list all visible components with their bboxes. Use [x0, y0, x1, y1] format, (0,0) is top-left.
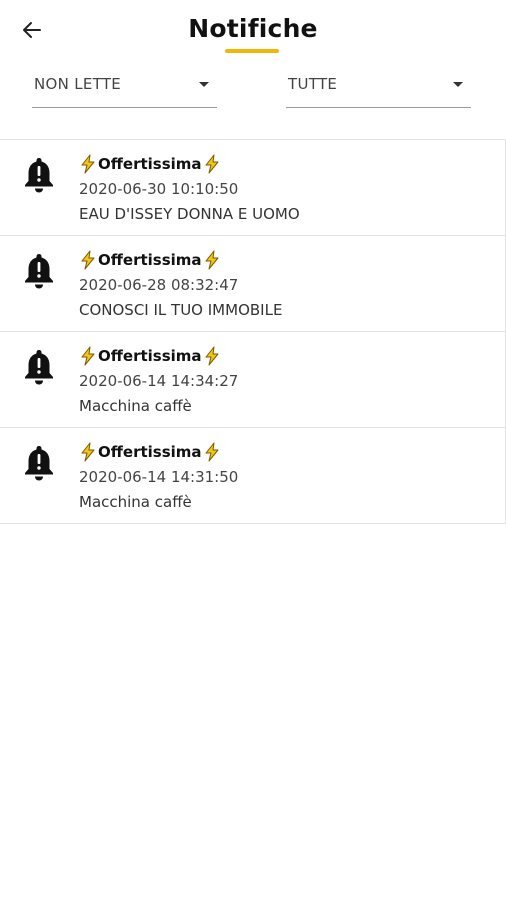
bell-alert-icon	[25, 350, 53, 385]
notification-date: 2020-06-30 10:10:50	[79, 180, 239, 198]
lightning-icon	[205, 442, 219, 462]
app-header: Notifiche	[0, 0, 506, 60]
notification-title: Offertissima	[78, 346, 222, 366]
notification-text: EAU D'ISSEY DONNA E UOMO	[79, 205, 300, 223]
type-filter-select[interactable]: TUTTE	[286, 66, 471, 108]
bell-alert-icon	[25, 158, 53, 193]
caret-down-icon	[199, 82, 209, 87]
notification-title: Offertissima	[78, 250, 222, 270]
page-title: Notifiche	[188, 14, 318, 43]
title-underline	[225, 49, 279, 53]
lightning-icon	[81, 250, 95, 270]
notification-item[interactable]: Offertissima 2020-06-28 08:32:47 CONOSCI…	[0, 236, 506, 332]
lightning-icon	[205, 250, 219, 270]
caret-down-icon	[453, 82, 463, 87]
lightning-icon	[205, 154, 219, 174]
notification-title: Offertissima	[78, 154, 222, 174]
status-filter-select[interactable]: NON LETTE	[32, 66, 217, 108]
lightning-icon	[81, 154, 95, 174]
notification-text: CONOSCI IL TUO IMMOBILE	[79, 301, 283, 319]
lightning-icon	[205, 346, 219, 366]
notification-list: Offertissima 2020-06-30 10:10:50 EAU D'I…	[0, 139, 506, 524]
notification-text: Macchina caffè	[79, 493, 192, 511]
notification-title-text: Offertissima	[98, 251, 202, 269]
notification-date: 2020-06-14 14:31:50	[79, 468, 239, 486]
notification-title-text: Offertissima	[98, 155, 202, 173]
notification-title-text: Offertissima	[98, 347, 202, 365]
notification-title: Offertissima	[78, 442, 222, 462]
lightning-icon	[81, 346, 95, 366]
lightning-icon	[81, 442, 95, 462]
notification-date: 2020-06-14 14:34:27	[79, 372, 239, 390]
notification-item[interactable]: Offertissima 2020-06-14 14:31:50 Macchin…	[0, 428, 506, 524]
type-filter-value: TUTTE	[288, 75, 338, 93]
notification-date: 2020-06-28 08:32:47	[79, 276, 239, 294]
notification-item[interactable]: Offertissima 2020-06-14 14:34:27 Macchin…	[0, 332, 506, 428]
bell-alert-icon	[25, 254, 53, 289]
notification-title-text: Offertissima	[98, 443, 202, 461]
notification-text: Macchina caffè	[79, 397, 192, 415]
notification-item[interactable]: Offertissima 2020-06-30 10:10:50 EAU D'I…	[0, 140, 506, 236]
bell-alert-icon	[25, 446, 53, 481]
status-filter-value: NON LETTE	[34, 75, 122, 93]
